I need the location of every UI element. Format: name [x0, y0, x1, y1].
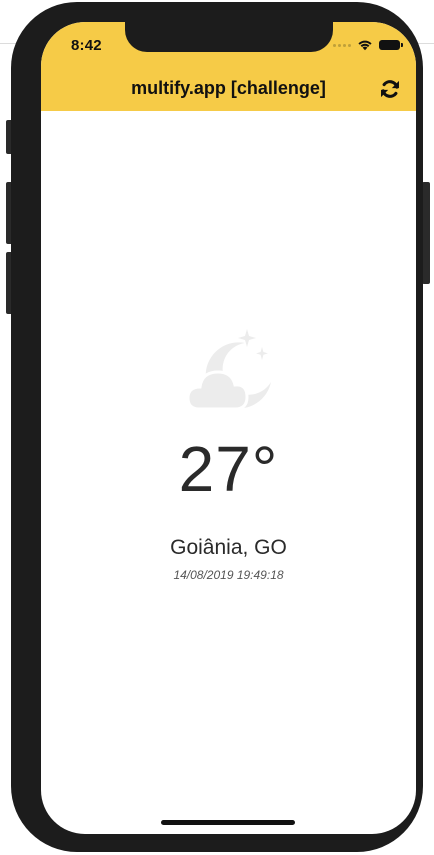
wifi-icon — [358, 40, 372, 51]
app-header: 8:42 multify.app [challenge] — [41, 22, 416, 111]
power-button — [422, 182, 430, 284]
battery-icon — [379, 40, 403, 50]
phone-frame: 8:42 multify.app [challenge] 27° Goiânia… — [11, 2, 423, 852]
location-name: Goiânia, GO — [170, 536, 287, 559]
updated-timestamp: 14/08/2019 19:49:18 — [173, 568, 284, 582]
night-partly-cloudy-icon — [187, 329, 271, 411]
refresh-button[interactable] — [378, 77, 402, 101]
refresh-icon — [381, 80, 399, 98]
page: 8:42 multify.app [challenge] 27° Goiânia… — [0, 0, 434, 855]
status-icons — [333, 37, 403, 53]
page-title: multify.app [challenge] — [131, 78, 326, 98]
status-time: 8:42 — [71, 37, 102, 54]
home-indicator[interactable] — [161, 820, 295, 825]
signal-icon — [333, 43, 351, 47]
notch — [125, 22, 333, 52]
app-screen: 8:42 multify.app [challenge] 27° Goiânia… — [41, 22, 416, 834]
temperature-value: 27° — [178, 433, 279, 505]
